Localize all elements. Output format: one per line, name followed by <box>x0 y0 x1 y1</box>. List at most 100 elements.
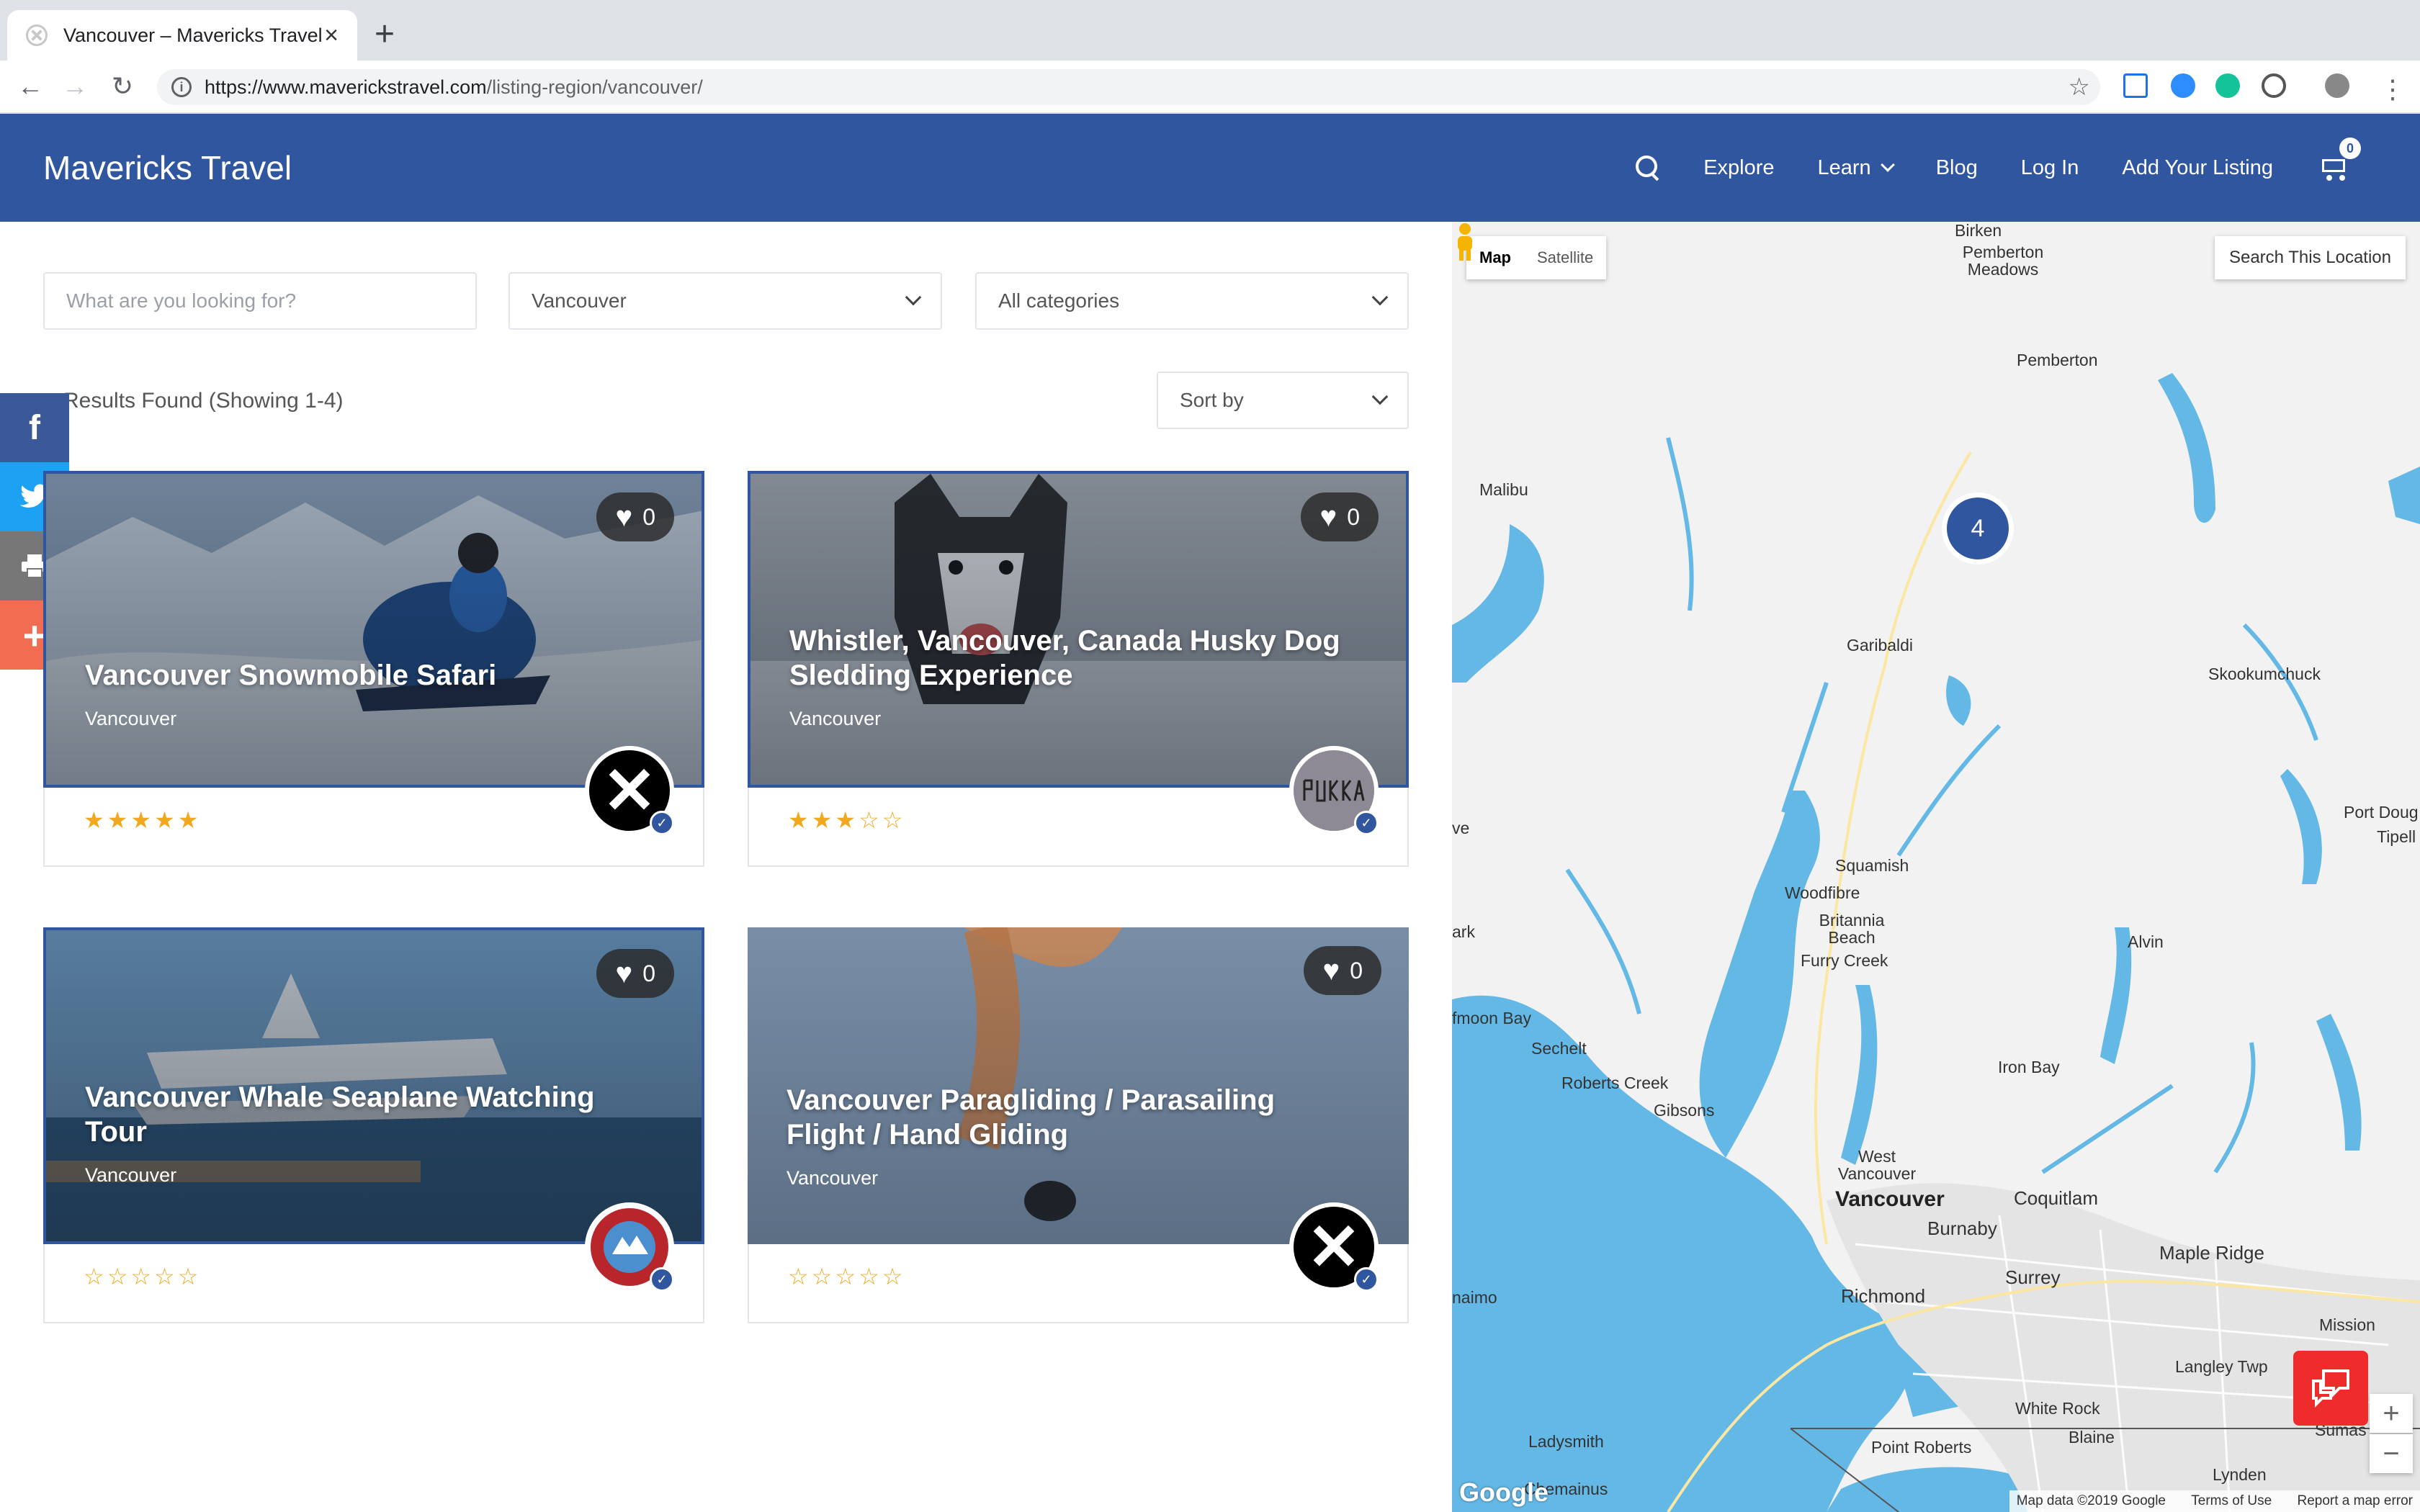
search-this-location-button[interactable]: Search This Location <box>2214 236 2406 279</box>
zoom-in-button[interactable]: + <box>2370 1394 2413 1433</box>
listing-card[interactable]: ♥ 0 Vancouver Paragliding / Parasailing F… <box>748 927 1409 1323</box>
listing-rating-stars: ★★★★★ <box>84 807 202 833</box>
nav-add-listing[interactable]: Add Your Listing <box>2122 156 2273 180</box>
map-terrain <box>1452 373 2420 1512</box>
map-label: Langley Twp <box>2175 1357 2268 1376</box>
browser-menu-icon[interactable]: ⋮ <box>2377 73 2408 105</box>
listing-card[interactable]: ♥ 0 Whistler, Vancouver, Canada Husky Dog… <box>748 471 1409 867</box>
listing-title[interactable]: Vancouver Whale Seaplane Watching Tour <box>85 1080 644 1149</box>
listing-title[interactable]: Vancouver Snowmobile Safari <box>85 658 644 693</box>
heart-icon: ♥ <box>1322 954 1340 986</box>
heart-icon: ♥ <box>615 957 633 989</box>
street-view-pegman-icon[interactable] <box>1452 222 1478 262</box>
map-label: Vancouver <box>1835 1187 1945 1211</box>
profile-avatar[interactable] <box>2325 73 2349 98</box>
map-label: Furry Creek <box>1801 951 1888 970</box>
extension-zoom-icon[interactable] <box>2171 73 2195 98</box>
bookmark-star-icon[interactable]: ☆ <box>2069 73 2090 102</box>
heart-icon: ♥ <box>615 500 633 533</box>
search-input[interactable]: What are you looking for? <box>43 272 477 330</box>
chat-widget-button[interactable] <box>2293 1351 2368 1426</box>
verified-check-icon: ✓ <box>650 1267 674 1292</box>
map-type-satellite-button[interactable]: Satellite <box>1524 236 1606 279</box>
map-label: Garibaldi <box>1847 636 1914 654</box>
map-label: ark <box>1452 922 1475 941</box>
like-button[interactable]: ♥ 0 <box>1301 492 1379 541</box>
site-info-icon[interactable]: i <box>171 77 192 97</box>
map-attribution: Map data ©2019 Google Terms of Use Repor… <box>2009 1490 2420 1512</box>
listing-location: Vancouver <box>85 1164 177 1186</box>
listing-photo[interactable]: ♥ 0 Vancouver Snowmobile Safari Vancouver <box>43 471 704 788</box>
like-button[interactable]: ♥ 0 <box>596 492 674 541</box>
listing-rating-stars: ☆☆☆☆☆ <box>84 1264 202 1290</box>
nav-learn[interactable]: Learn <box>1818 156 1895 180</box>
sort-select[interactable]: Sort by <box>1157 372 1409 429</box>
map-label: Surrey <box>2005 1266 2061 1288</box>
chevron-down-icon <box>1371 388 1389 405</box>
browser-tab[interactable]: Vancouver – Mavericks Travel × <box>7 10 357 60</box>
verified-check-icon: ✓ <box>1354 811 1379 835</box>
chat-bubbles-icon <box>2312 1369 2349 1408</box>
zoom-out-button[interactable]: − <box>2370 1434 2413 1473</box>
listing-title[interactable]: Vancouver Paragliding / Parasailing Flig… <box>786 1083 1351 1152</box>
tab-close-icon[interactable]: × <box>324 23 339 48</box>
cart-icon[interactable]: 0 <box>2319 138 2361 181</box>
extension-id-icon[interactable] <box>2123 73 2148 98</box>
nav-login[interactable]: Log In <box>2021 156 2079 180</box>
page-favicon-icon <box>26 24 48 46</box>
map-label: Birken <box>1955 222 2002 240</box>
back-icon[interactable]: ← <box>14 71 46 102</box>
extension-openai-icon[interactable] <box>2262 73 2286 98</box>
main-nav: Explore Learn Blog Log In Add Your Listi… <box>1636 114 2361 222</box>
share-facebook-button[interactable]: f <box>0 393 69 462</box>
map-cluster-marker[interactable]: 4 <box>1942 492 2014 564</box>
map-label: Lynden <box>2213 1465 2267 1484</box>
map-label: Point Roberts <box>1871 1438 1972 1457</box>
listing-card[interactable]: ♥ 0 Vancouver Whale Seaplane Watching Tou… <box>43 927 704 1323</box>
listing-rating-stars: ☆☆☆☆☆ <box>788 1264 906 1290</box>
report-map-error-link[interactable]: Report a map error <box>2297 1493 2413 1508</box>
address-bar[interactable]: i https://www.maverickstravel.com/listin… <box>157 69 2100 105</box>
listing-title[interactable]: Whistler, Vancouver, Canada Husky Dog Sl… <box>789 624 1348 693</box>
nav-blog[interactable]: Blog <box>1936 156 1978 180</box>
listing-photo[interactable]: ♥ 0 Vancouver Paragliding / Parasailing F… <box>748 927 1409 1244</box>
new-tab-icon[interactable]: + <box>375 17 395 52</box>
forward-icon[interactable]: → <box>59 71 91 102</box>
map-panel[interactable]: Map Satellite Search This Location Birke… <box>1452 222 2420 1512</box>
nav-explore[interactable]: Explore <box>1703 156 1774 180</box>
map-label: Woodfibre <box>1785 883 1860 902</box>
map-label: Malibu <box>1479 480 1528 499</box>
map-label: Richmond <box>1841 1285 1926 1307</box>
tab-title: Vancouver – Mavericks Travel <box>63 24 323 46</box>
region-select[interactable]: Vancouver <box>508 272 942 330</box>
search-icon[interactable] <box>1636 156 1660 180</box>
listing-photo[interactable]: ♥ 0 Vancouver Whale Seaplane Watching Tou… <box>43 927 704 1244</box>
listing-photo[interactable]: ♥ 0 Whistler, Vancouver, Canada Husky Dog… <box>748 471 1409 788</box>
map-label: Gibsons <box>1654 1101 1715 1120</box>
like-button[interactable]: ♥ 0 <box>1304 946 1381 995</box>
category-select[interactable]: All categories <box>975 272 1409 330</box>
map-label: Roberts Creek <box>1561 1074 1669 1092</box>
map-label: White Rock <box>2015 1399 2100 1418</box>
listing-card[interactable]: ♥ 0 Vancouver Snowmobile Safari Vancouver… <box>43 471 704 867</box>
facebook-icon: f <box>29 408 40 447</box>
like-button[interactable]: ♥ 0 <box>596 949 674 998</box>
extension-grammarly-icon[interactable] <box>2215 73 2240 98</box>
brand-logo[interactable]: Mavericks Travel <box>43 148 292 187</box>
map-label: Port Doug <box>2344 803 2419 822</box>
map-label: Ladysmith <box>1528 1432 1604 1451</box>
map-label: Sechelt <box>1531 1039 1587 1058</box>
verified-check-icon: ✓ <box>650 811 674 835</box>
reload-icon[interactable]: ↻ <box>107 71 138 102</box>
map-label: Tipell <box>2377 827 2416 846</box>
chevron-down-icon <box>905 289 922 306</box>
terms-of-use-link[interactable]: Terms of Use <box>2191 1493 2272 1508</box>
map-label: fmoon Bay <box>1452 1009 1531 1027</box>
listing-rating-stars: ★★★☆☆ <box>788 807 906 833</box>
browser-toolbar: ← → ↻ i https://www.maverickstravel.com/… <box>0 60 2420 114</box>
listing-location: Vancouver <box>85 708 177 729</box>
map-label: Burnaby <box>1927 1218 1997 1239</box>
url-text[interactable]: https://www.maverickstravel.com/listing-… <box>205 76 2069 99</box>
map-label: Blaine <box>2069 1428 2115 1446</box>
map-label: Skookumchuck <box>2208 665 2321 683</box>
